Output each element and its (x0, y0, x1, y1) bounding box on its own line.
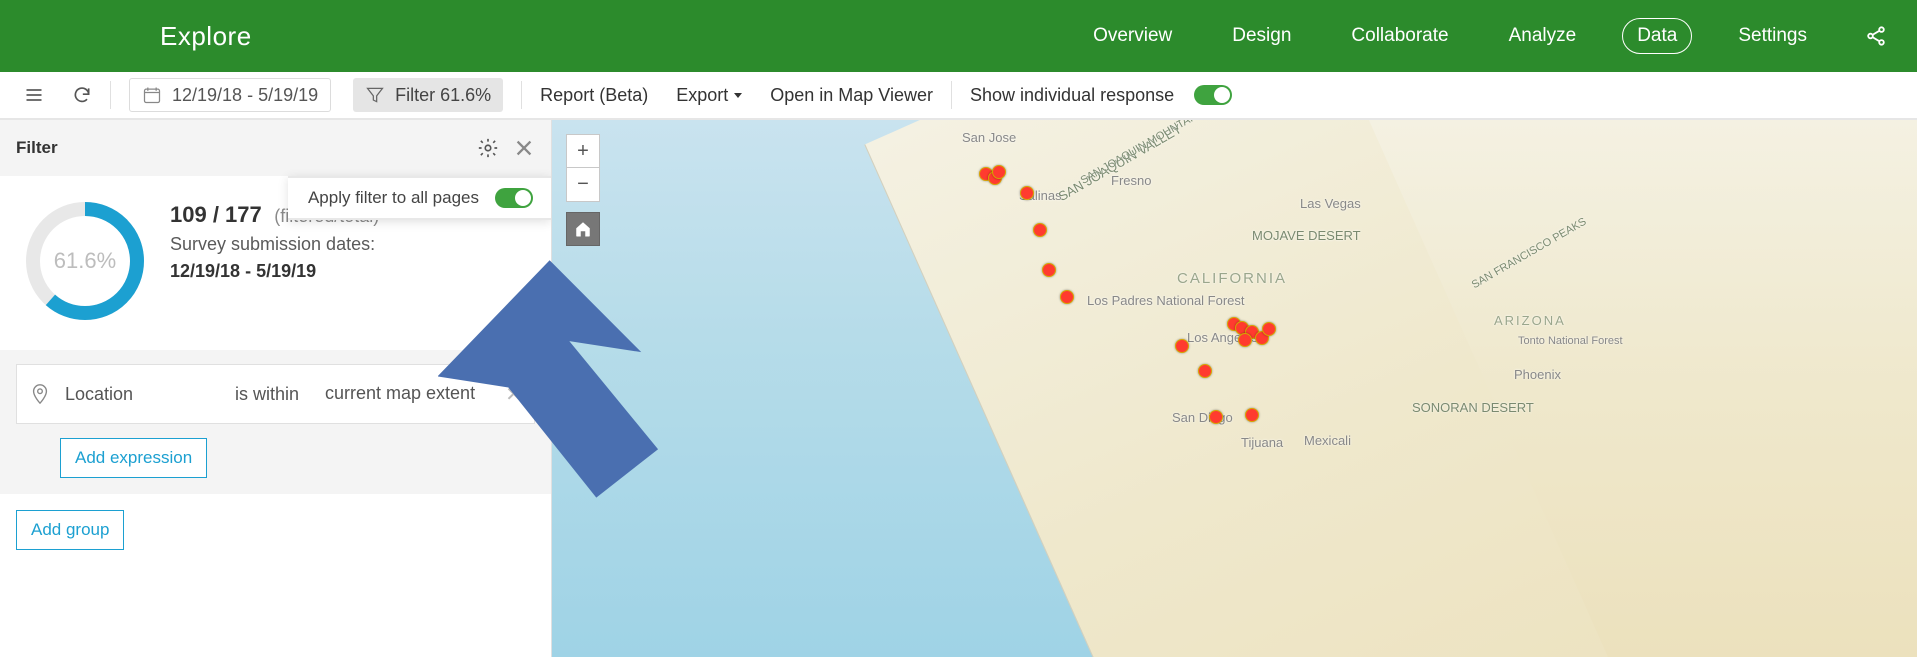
donut-percent-label: 61.6% (20, 196, 150, 326)
map-label: Phoenix (1514, 367, 1561, 382)
apply-filter-flyout: Apply filter to all pages (288, 176, 551, 220)
map-label: ARIZONA (1494, 313, 1566, 328)
map-marker[interactable] (1020, 186, 1034, 200)
filter-donut: 61.6% (20, 196, 150, 326)
date-range-picker[interactable]: 12/19/18 - 5/19/19 (115, 72, 345, 118)
funnel-icon (365, 85, 385, 105)
menu-button[interactable] (10, 72, 58, 118)
filter-chip[interactable]: Filter 61.6% (345, 72, 517, 118)
panel-title: Filter (16, 138, 58, 158)
top-nav: Explore Overview Design Collaborate Anal… (0, 0, 1917, 72)
map-label: Tijuana (1241, 435, 1283, 450)
condition-row: Location is within current map extent ✕ (16, 364, 535, 424)
tab-overview[interactable]: Overview (1079, 19, 1186, 53)
tab-analyze[interactable]: Analyze (1495, 19, 1591, 53)
refresh-button[interactable] (58, 72, 106, 118)
map-marker[interactable] (1198, 364, 1212, 378)
add-group-button[interactable]: Add group (16, 510, 124, 550)
filter-count: 109 / 177 (170, 202, 262, 228)
gear-icon[interactable] (477, 137, 499, 159)
report-button[interactable]: Report (Beta) (526, 72, 662, 118)
map-label: San Jose (962, 130, 1016, 145)
date-range-label: 12/19/18 - 5/19/19 (172, 85, 318, 106)
map-label: MOJAVE DESERT (1252, 228, 1372, 244)
map-marker[interactable] (1033, 223, 1047, 237)
apply-filter-toggle[interactable] (495, 188, 533, 208)
map-marker[interactable] (1209, 410, 1223, 424)
calendar-icon (142, 85, 162, 105)
refresh-icon (72, 85, 92, 105)
map-marker[interactable] (1238, 333, 1252, 347)
export-dropdown[interactable]: Export (662, 72, 756, 118)
map-label: Mexicali (1304, 433, 1351, 448)
sub-toolbar: 12/19/18 - 5/19/19 Filter 61.6% Report (… (0, 72, 1917, 120)
home-icon (574, 220, 592, 238)
zoom-in-button[interactable]: + (566, 134, 600, 168)
map-label: Fresno (1111, 173, 1151, 188)
map-label: Los Padres National Forest (1087, 293, 1167, 308)
tab-design[interactable]: Design (1218, 19, 1305, 53)
filter-panel-header: Filter (0, 120, 551, 176)
app-brand: Explore (160, 21, 252, 52)
tab-data[interactable]: Data (1622, 18, 1692, 54)
map-label: San Diego (1172, 410, 1233, 425)
hamburger-icon (24, 85, 44, 105)
individual-response-label: Show individual response (956, 72, 1188, 118)
add-expression-button[interactable]: Add expression (60, 438, 207, 478)
location-icon (29, 383, 51, 405)
condition-operator[interactable]: is within (235, 384, 325, 405)
map-marker[interactable] (1042, 263, 1056, 277)
map-canvas[interactable]: San Jose Salinas Fresno Las Vegas SAN JO… (552, 120, 1917, 657)
filter-chip-label: Filter 61.6% (395, 85, 491, 106)
map-label: SONORAN DESERT (1412, 400, 1532, 416)
map-marker[interactable] (1262, 322, 1276, 336)
dates-label: Survey submission dates: (170, 234, 531, 255)
close-icon[interactable] (513, 137, 535, 159)
dates-value: 12/19/18 - 5/19/19 (170, 261, 531, 282)
share-icon[interactable] (1865, 25, 1887, 47)
individual-response-toggle[interactable] (1194, 85, 1232, 105)
map-marker[interactable] (992, 165, 1006, 179)
flyout-label: Apply filter to all pages (308, 188, 479, 208)
home-extent-button[interactable] (566, 212, 600, 246)
nav-tabs: Overview Design Collaborate Analyze Data… (1079, 18, 1887, 54)
map-label: Tonto National Forest (1518, 335, 1598, 347)
condition-remove-icon[interactable]: ✕ (505, 382, 522, 407)
map-controls: + − (566, 134, 600, 246)
condition-field[interactable]: Location (65, 384, 235, 405)
tab-settings[interactable]: Settings (1724, 19, 1821, 53)
filter-conditions: Location is within current map extent ✕ … (0, 350, 551, 494)
tab-collaborate[interactable]: Collaborate (1337, 19, 1462, 53)
filter-panel: Filter Apply filter to all pages 61.6% (0, 120, 552, 657)
map-label: CALIFORNIA (1177, 270, 1287, 287)
zoom-out-button[interactable]: − (566, 168, 600, 202)
map-label: Las Vegas (1300, 196, 1361, 211)
map-marker[interactable] (1245, 408, 1259, 422)
open-map-viewer-button[interactable]: Open in Map Viewer (756, 72, 947, 118)
map-marker[interactable] (1175, 339, 1189, 353)
condition-value[interactable]: current map extent (325, 383, 475, 405)
map-marker[interactable] (1060, 290, 1074, 304)
